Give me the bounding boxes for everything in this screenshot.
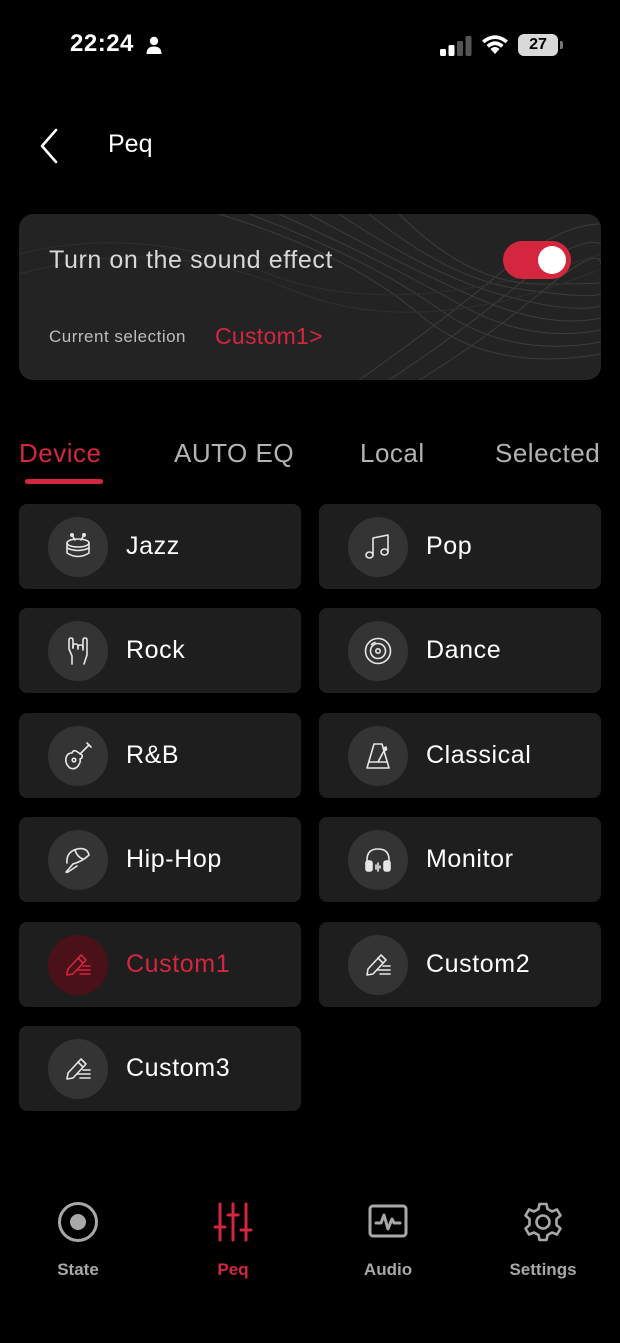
toggle-knob bbox=[538, 246, 566, 274]
audio-waveform-icon bbox=[368, 1204, 408, 1238]
nav-state[interactable]: State bbox=[8, 1190, 148, 1290]
preset-label: Pop bbox=[426, 532, 473, 560]
preset-tabs: Device AUTO EQ Local Selected bbox=[0, 430, 620, 490]
preset-dance[interactable]: Dance bbox=[319, 608, 601, 693]
preset-monitor[interactable]: Monitor bbox=[319, 817, 601, 902]
edit-pen-icon bbox=[366, 954, 391, 976]
header: Peq bbox=[0, 112, 620, 182]
bottom-nav: State Peq Audio Settings bbox=[0, 1190, 620, 1300]
preset-hip-hop[interactable]: Hip-Hop bbox=[19, 817, 301, 902]
current-selection-label: Current selection bbox=[49, 327, 187, 346]
sound-effect-card: Turn on the sound effect Current selecti… bbox=[19, 214, 601, 380]
preset-icon-circle bbox=[48, 621, 108, 681]
preset-label: Custom3 bbox=[126, 1054, 231, 1082]
preset-label: Rock bbox=[126, 636, 186, 664]
status-time: 22:24 bbox=[70, 30, 134, 57]
gear-icon bbox=[524, 1202, 562, 1242]
active-tab-indicator bbox=[25, 479, 103, 484]
preset-jazz[interactable]: Jazz bbox=[19, 504, 301, 589]
preset-pop[interactable]: Pop bbox=[319, 504, 601, 589]
preset-icon-circle bbox=[348, 726, 408, 786]
status-bar: 22:24 27 bbox=[0, 0, 620, 92]
tab-local[interactable]: Local bbox=[360, 438, 425, 469]
state-icon bbox=[58, 1202, 98, 1242]
preset-rnb[interactable]: R&B bbox=[19, 713, 301, 798]
nav-peq[interactable]: Peq bbox=[163, 1190, 303, 1290]
wifi-icon bbox=[482, 35, 508, 54]
preset-custom1[interactable]: Custom1 bbox=[19, 922, 301, 1007]
preset-rock[interactable]: Rock bbox=[19, 608, 301, 693]
tab-selected[interactable]: Selected bbox=[495, 438, 600, 469]
preset-label: Classical bbox=[426, 741, 532, 769]
tab-device[interactable]: Device bbox=[19, 438, 101, 469]
back-chevron-icon[interactable] bbox=[36, 126, 64, 166]
battery-indicator: 27 bbox=[518, 34, 564, 56]
nav-label: Settings bbox=[509, 1260, 577, 1279]
preset-label: Monitor bbox=[426, 845, 514, 873]
vinyl-record-icon bbox=[364, 637, 392, 665]
preset-icon-circle bbox=[48, 935, 108, 995]
page-title: Peq bbox=[108, 130, 153, 158]
preset-label: R&B bbox=[126, 741, 180, 769]
current-selection-link[interactable]: Custom1> bbox=[215, 323, 323, 350]
cellular-signal-icon bbox=[440, 36, 472, 56]
guitar-icon bbox=[65, 742, 92, 770]
preset-icon-circle bbox=[348, 830, 408, 890]
preset-label: Hip-Hop bbox=[126, 845, 222, 873]
preset-icon-circle bbox=[48, 830, 108, 890]
battery-tip bbox=[560, 41, 563, 49]
wave-background bbox=[19, 214, 601, 380]
tab-auto-eq[interactable]: AUTO EQ bbox=[174, 438, 294, 469]
preset-label: Custom1 bbox=[126, 950, 231, 978]
preset-icon-circle bbox=[348, 621, 408, 681]
preset-label: Jazz bbox=[126, 532, 180, 560]
preset-label: Custom2 bbox=[426, 950, 531, 978]
preset-icon-circle bbox=[348, 935, 408, 995]
nav-label: Audio bbox=[363, 1260, 413, 1279]
rock-hand-icon bbox=[68, 637, 88, 665]
equalizer-sliders-icon bbox=[213, 1202, 253, 1242]
battery-level: 27 bbox=[518, 34, 558, 56]
preset-icon-circle bbox=[48, 726, 108, 786]
preset-icon-circle bbox=[48, 1039, 108, 1099]
cap-icon bbox=[65, 847, 90, 874]
sound-effect-title: Turn on the sound effect bbox=[49, 246, 334, 274]
metronome-icon bbox=[366, 743, 390, 769]
nav-settings[interactable]: Settings bbox=[473, 1190, 613, 1290]
preset-label: Dance bbox=[426, 636, 502, 664]
preset-custom3[interactable]: Custom3 bbox=[19, 1026, 301, 1111]
person-icon bbox=[146, 36, 162, 54]
nav-audio[interactable]: Audio bbox=[318, 1190, 458, 1290]
sound-effect-toggle[interactable] bbox=[503, 241, 571, 279]
preset-icon-circle bbox=[348, 517, 408, 577]
music-note-icon bbox=[365, 534, 389, 559]
nav-label: State bbox=[57, 1260, 99, 1279]
headphones-icon bbox=[365, 848, 391, 872]
preset-custom2[interactable]: Custom2 bbox=[319, 922, 601, 1007]
edit-pen-icon bbox=[66, 1058, 91, 1080]
drum-icon bbox=[66, 532, 90, 558]
preset-icon-circle bbox=[48, 517, 108, 577]
edit-pen-icon bbox=[66, 954, 91, 976]
preset-classical[interactable]: Classical bbox=[319, 713, 601, 798]
nav-label: Peq bbox=[217, 1260, 249, 1279]
